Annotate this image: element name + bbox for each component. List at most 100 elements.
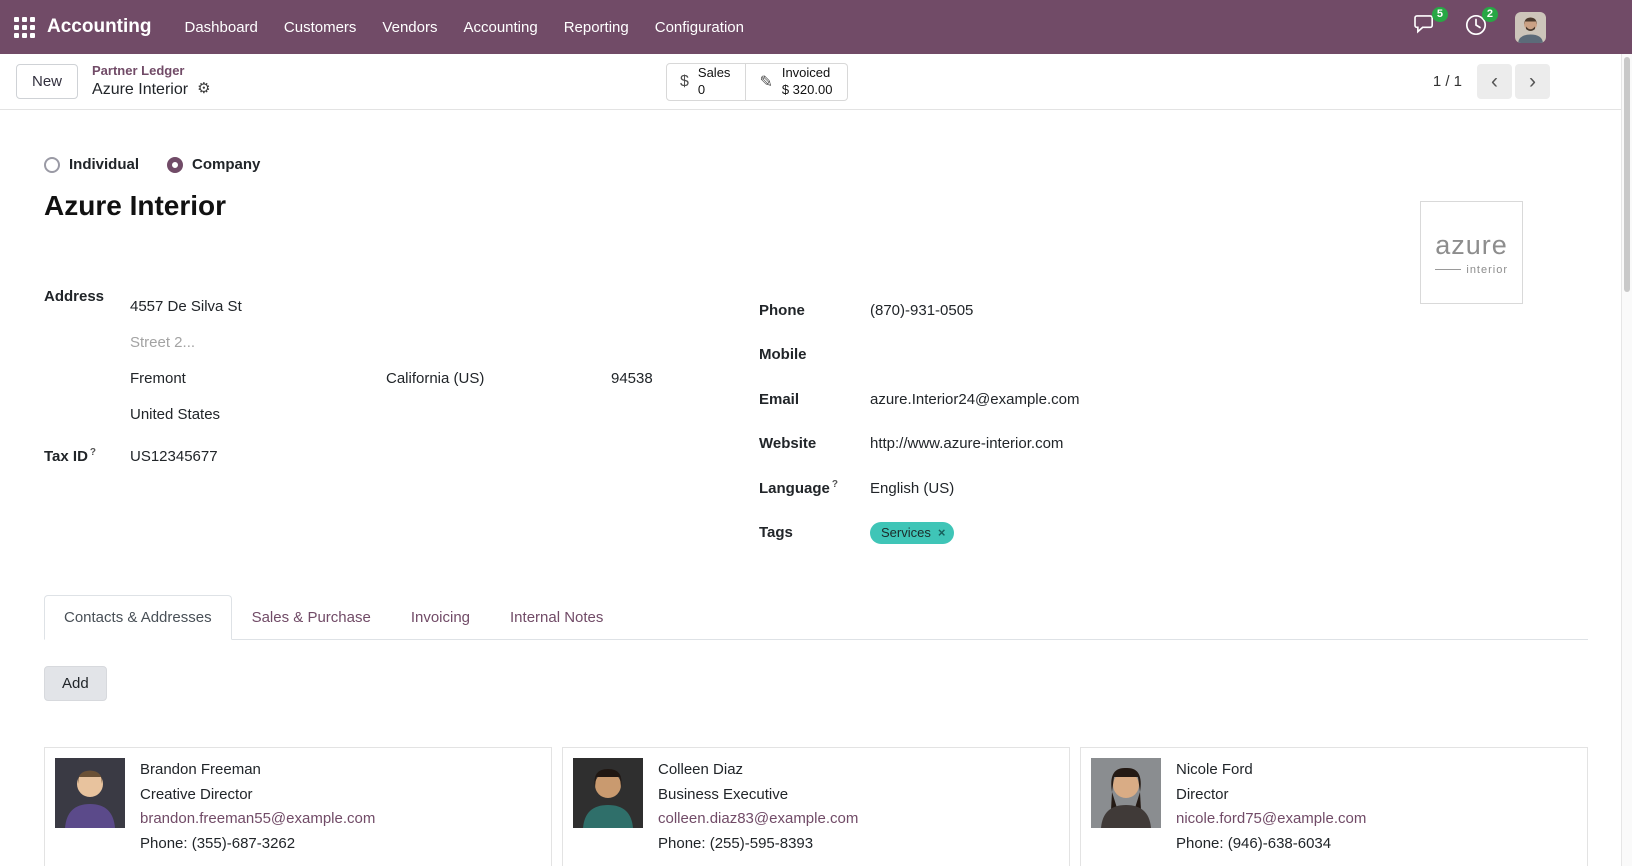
- apps-menu-icon[interactable]: [14, 17, 35, 38]
- pencil-icon: ✎: [759, 72, 772, 92]
- email-label: Email: [759, 391, 870, 408]
- company-type-selector: Individual Company: [44, 156, 1588, 173]
- contact-name: Brandon Freeman: [140, 758, 375, 783]
- app-name[interactable]: Accounting: [47, 16, 152, 38]
- mobile-field: Mobile: [759, 333, 1588, 378]
- contact-avatar: [1091, 758, 1161, 828]
- tab-internal-notes[interactable]: Internal Notes: [490, 595, 623, 640]
- breadcrumb-parent-link[interactable]: Partner Ledger: [92, 63, 211, 79]
- email-input[interactable]: azure.Interior24@example.com: [870, 391, 1588, 408]
- user-avatar[interactable]: [1515, 12, 1546, 43]
- contact-email-link[interactable]: brandon.freeman55@example.com: [140, 807, 375, 832]
- help-icon: ?: [832, 479, 838, 490]
- sales-stat-button[interactable]: $ Sales 0: [666, 63, 746, 101]
- state-select[interactable]: California (US): [386, 370, 611, 387]
- logo-divider: [1435, 269, 1461, 270]
- nav-item-accounting[interactable]: Accounting: [450, 10, 550, 45]
- contact-avatar: [573, 758, 643, 828]
- breadcrumb-current: Azure Interior: [92, 80, 188, 100]
- tag-services[interactable]: Services ×: [870, 522, 954, 544]
- nav-item-customers[interactable]: Customers: [271, 10, 370, 45]
- website-field: Website http://www.azure-interior.com: [759, 422, 1588, 467]
- control-panel: New Partner Ledger Azure Interior ⚙ $ Sa…: [0, 54, 1632, 110]
- notebook-tabs: Contacts & Addresses Sales & Purchase In…: [44, 595, 1588, 640]
- dollar-icon: $: [680, 73, 689, 91]
- tags-label: Tags: [759, 524, 870, 541]
- logo-text-interior: interior: [1466, 264, 1508, 276]
- individual-radio[interactable]: [44, 157, 60, 173]
- stat-buttons: $ Sales 0 ✎ Invoiced $ 320.00: [666, 63, 848, 101]
- individual-option[interactable]: Individual: [44, 156, 139, 173]
- contact-role: Business Executive: [658, 783, 858, 808]
- address-label: Address: [44, 288, 130, 432]
- contact-phone: Phone: (255)-595-8393: [658, 832, 858, 857]
- company-label: Company: [192, 156, 260, 173]
- tax-id-input[interactable]: US12345677: [130, 448, 759, 465]
- email-field: Email azure.Interior24@example.com: [759, 377, 1588, 422]
- language-field: Language? English (US): [759, 466, 1588, 511]
- website-input[interactable]: http://www.azure-interior.com: [870, 435, 1588, 452]
- website-label: Website: [759, 435, 870, 452]
- contact-card[interactable]: Nicole Ford Director nicole.ford75@examp…: [1080, 747, 1588, 866]
- add-contact-button[interactable]: Add: [44, 666, 107, 701]
- scrollbar-thumb[interactable]: [1624, 57, 1630, 292]
- contact-card-list: Brandon Freeman Creative Director brando…: [44, 747, 1588, 866]
- mobile-label: Mobile: [759, 346, 870, 363]
- contact-phone: Phone: (355)-687-3262: [140, 832, 375, 857]
- city-input[interactable]: Fremont: [130, 370, 386, 387]
- country-select[interactable]: United States: [130, 396, 759, 432]
- gear-icon[interactable]: ⚙: [197, 80, 210, 99]
- pager-value: 1 / 1: [1433, 73, 1462, 90]
- tax-id-label: Tax ID?: [44, 447, 130, 465]
- pager-previous-button[interactable]: ‹: [1477, 64, 1512, 99]
- company-logo[interactable]: azure interior: [1420, 201, 1523, 304]
- activities-badge: 2: [1482, 7, 1498, 22]
- vertical-scrollbar[interactable]: [1621, 54, 1632, 866]
- street2-input[interactable]: Street 2...: [130, 324, 759, 360]
- activities-button[interactable]: 2: [1465, 14, 1487, 41]
- address-field: Address 4557 De Silva St Street 2... Fre…: [44, 288, 759, 432]
- nav-item-dashboard[interactable]: Dashboard: [172, 10, 271, 45]
- tab-invoicing[interactable]: Invoicing: [391, 595, 490, 640]
- street-input[interactable]: 4557 De Silva St: [130, 288, 759, 324]
- contact-role: Director: [1176, 783, 1366, 808]
- company-option[interactable]: Company: [167, 156, 260, 173]
- contact-card[interactable]: Colleen Diaz Business Executive colleen.…: [562, 747, 1070, 866]
- sales-stat-label: Sales: [698, 65, 731, 82]
- invoiced-stat-button[interactable]: ✎ Invoiced $ 320.00: [746, 63, 848, 101]
- contact-name: Colleen Diaz: [658, 758, 858, 783]
- invoiced-stat-value: $ 320.00: [782, 82, 833, 99]
- messages-button[interactable]: 5: [1414, 14, 1437, 40]
- partner-form-sheet: Individual Company Azure Interior azure …: [0, 156, 1632, 866]
- contact-card[interactable]: Brandon Freeman Creative Director brando…: [44, 747, 552, 866]
- pager-next-button[interactable]: ›: [1515, 64, 1550, 99]
- partner-name[interactable]: Azure Interior: [44, 190, 1588, 222]
- nav-item-configuration[interactable]: Configuration: [642, 10, 757, 45]
- phone-input[interactable]: (870)-931-0505: [870, 302, 1588, 319]
- contact-role: Creative Director: [140, 783, 375, 808]
- individual-label: Individual: [69, 156, 139, 173]
- new-button[interactable]: New: [16, 64, 78, 99]
- nav-item-reporting[interactable]: Reporting: [551, 10, 642, 45]
- zip-input[interactable]: 94538: [611, 370, 653, 387]
- main-menu: Dashboard Customers Vendors Accounting R…: [172, 10, 757, 45]
- breadcrumb: Partner Ledger Azure Interior ⚙: [92, 63, 211, 99]
- top-navbar: Accounting Dashboard Customers Vendors A…: [0, 0, 1632, 54]
- nav-item-vendors[interactable]: Vendors: [369, 10, 450, 45]
- sales-stat-value: 0: [698, 82, 705, 99]
- contact-phone: Phone: (946)-638-6034: [1176, 832, 1366, 857]
- language-label: Language?: [759, 479, 870, 497]
- contact-email-link[interactable]: colleen.diaz83@example.com: [658, 807, 858, 832]
- language-select[interactable]: English (US): [870, 480, 1588, 497]
- invoiced-stat-label: Invoiced: [782, 65, 830, 82]
- company-radio[interactable]: [167, 157, 183, 173]
- tab-sales-purchase[interactable]: Sales & Purchase: [232, 595, 391, 640]
- messages-badge: 5: [1432, 7, 1448, 22]
- logo-text-azure: azure: [1431, 230, 1512, 261]
- tab-contacts-addresses[interactable]: Contacts & Addresses: [44, 595, 232, 640]
- phone-label: Phone: [759, 302, 870, 319]
- contact-name: Nicole Ford: [1176, 758, 1366, 783]
- tag-remove-icon[interactable]: ×: [938, 525, 946, 540]
- contact-email-link[interactable]: nicole.ford75@example.com: [1176, 807, 1366, 832]
- tax-id-field: Tax ID? US12345677: [44, 438, 759, 474]
